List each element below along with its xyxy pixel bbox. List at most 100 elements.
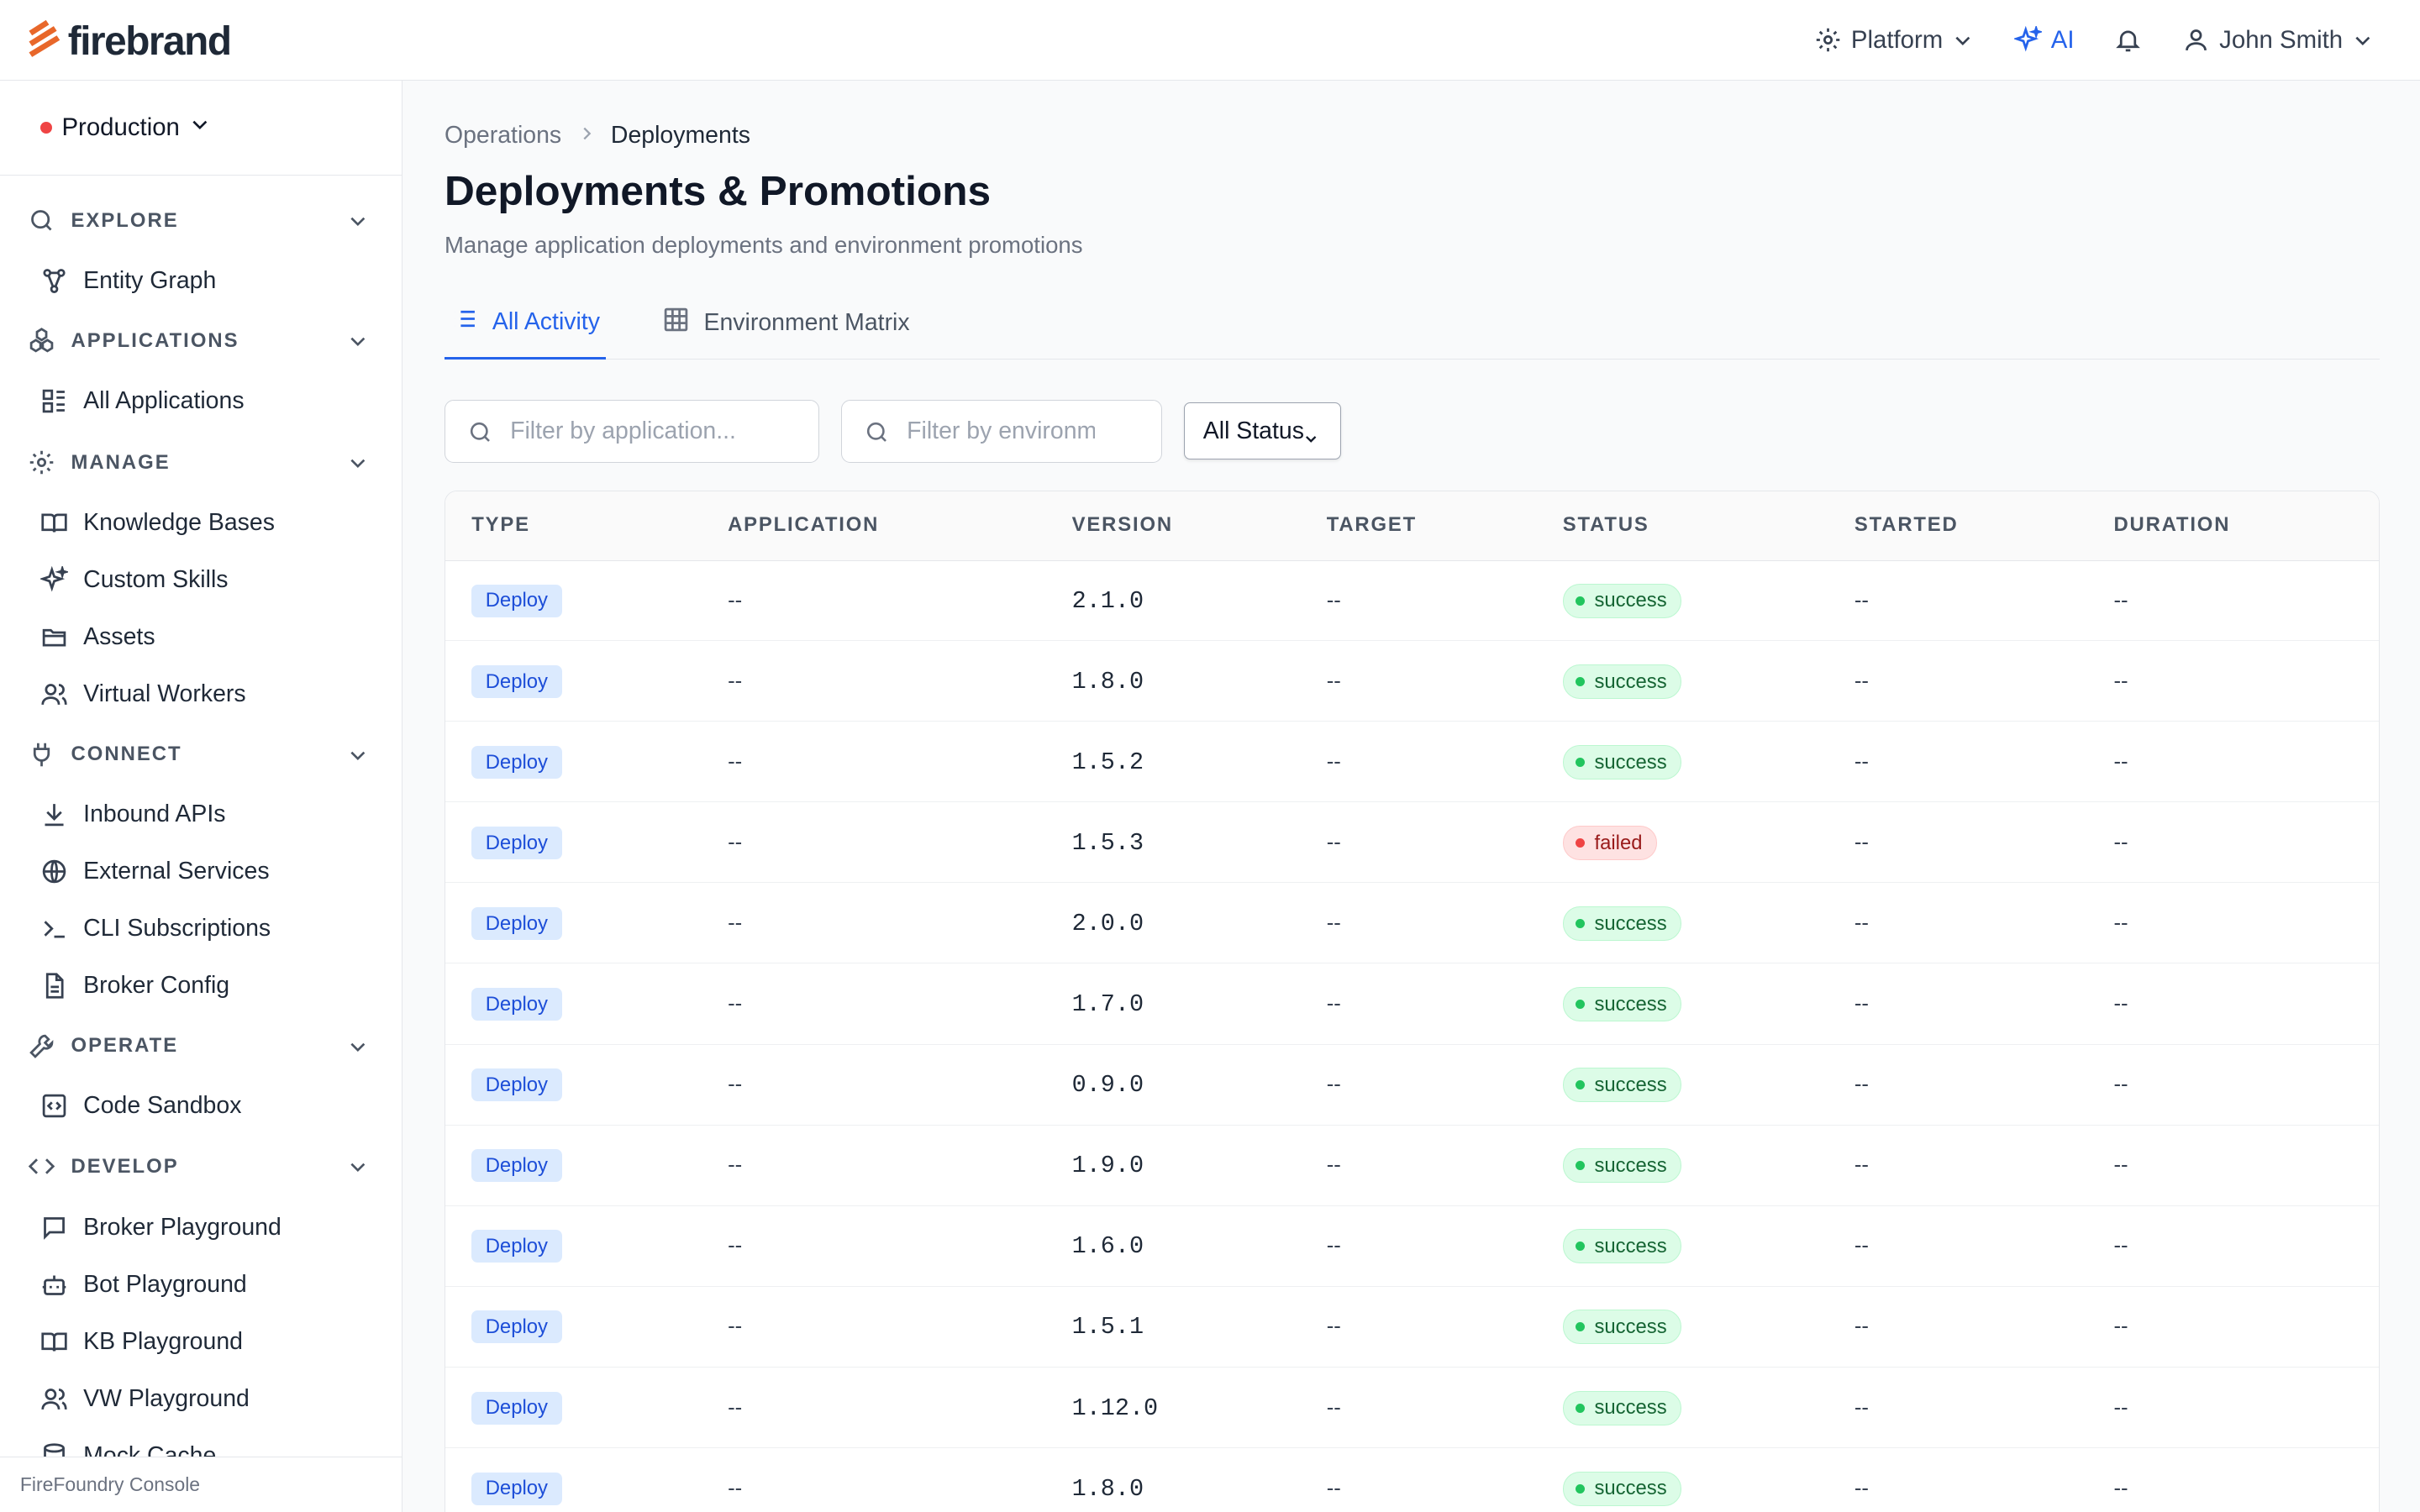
started-value: --	[1854, 831, 1869, 855]
table-row[interactable]: Deploy -- 1.8.0 -- success -- --	[445, 642, 2380, 722]
sidebar-item-cli-subscriptions[interactable]: CLI Subscriptions	[0, 906, 402, 952]
target-value: --	[1326, 669, 1341, 694]
column-header-type[interactable]: TYPE	[471, 513, 530, 537]
type-badge: Deploy	[471, 746, 562, 780]
status-filter-select[interactable]: All Status	[1183, 402, 1342, 460]
type-badge: Deploy	[471, 1391, 562, 1425]
environment-filter-input[interactable]	[907, 412, 1096, 450]
sidebar-item-all-applications[interactable]: All Applications	[0, 378, 402, 424]
cell-started: --	[1854, 964, 1869, 1045]
sidebar-item-vw-playground[interactable]: VW Playground	[0, 1376, 402, 1422]
table-row[interactable]: Deploy -- 1.7.0 -- success -- --	[445, 964, 2380, 1045]
top-bar: firebrand Platform AI John Smith	[0, 0, 2420, 81]
cell-started: --	[1854, 1206, 1869, 1287]
cell-type: Deploy	[471, 884, 562, 964]
sidebar-item-virtual-workers[interactable]: Virtual Workers	[0, 671, 402, 717]
sidebar-item-label: KB Playground	[83, 1328, 243, 1356]
status-dot	[1576, 919, 1586, 929]
cell-started: --	[1854, 642, 1869, 722]
table-row[interactable]: Deploy -- 2.1.0 -- success -- --	[445, 561, 2380, 642]
table-row[interactable]: Deploy -- 1.12.0 -- success -- --	[445, 1368, 2380, 1448]
environment-filter[interactable]	[841, 399, 1163, 463]
cell-application: --	[728, 1045, 742, 1126]
nav-group-label: APPLICATIONS	[71, 328, 239, 352]
sidebar-item-broker-config[interactable]: Broker Config	[0, 963, 402, 1009]
cell-status: success	[1562, 1126, 1682, 1206]
status-badge: success	[1562, 1471, 1682, 1506]
status-badge: success	[1562, 906, 1682, 942]
cell-duration: --	[2113, 1368, 2128, 1448]
notifications-button[interactable]	[2114, 26, 2142, 54]
breadcrumb: Operations Deployments	[445, 122, 750, 150]
nav-group-applications[interactable]: APPLICATIONS	[0, 318, 402, 364]
sidebar-item-code-sandbox[interactable]: Code Sandbox	[0, 1083, 402, 1129]
nav-group-operate[interactable]: OPERATE	[0, 1023, 402, 1069]
sidebar-item-broker-playground[interactable]: Broker Playground	[0, 1205, 402, 1251]
status-label: success	[1594, 589, 1667, 612]
sidebar-item-custom-skills[interactable]: Custom Skills	[0, 557, 402, 603]
sidebar-item-kb-playground[interactable]: KB Playground	[0, 1319, 402, 1365]
ai-button[interactable]: AI	[2013, 26, 2075, 55]
started-value: --	[1854, 992, 1869, 1016]
nav-group-develop[interactable]: DEVELOP	[0, 1143, 402, 1189]
table-row[interactable]: Deploy -- 1.5.3 -- failed -- --	[445, 803, 2380, 884]
column-header-duration[interactable]: DURATION	[2113, 513, 2230, 537]
nav-group-connect[interactable]: CONNECT	[0, 732, 402, 778]
table-row[interactable]: Deploy -- 1.5.2 -- success -- --	[445, 722, 2380, 803]
nav-group-explore[interactable]: EXPLORE	[0, 197, 402, 244]
sidebar-item-label: Broker Config	[83, 972, 230, 1000]
column-header-application[interactable]: APPLICATION	[728, 513, 879, 537]
sidebar-item-inbound-apis[interactable]: Inbound APIs	[0, 791, 402, 837]
duration-value: --	[2113, 831, 2128, 855]
environment-status-dot	[39, 121, 53, 134]
column-header-target[interactable]: TARGET	[1327, 513, 1417, 537]
table-row[interactable]: Deploy -- 1.9.0 -- success -- --	[445, 1126, 2380, 1206]
application-filter[interactable]	[444, 399, 820, 463]
duration-value: --	[2113, 1073, 2128, 1097]
cell-status: success	[1562, 1368, 1682, 1448]
table-row[interactable]: Deploy -- 1.6.0 -- success -- --	[445, 1206, 2380, 1287]
terminal-icon	[40, 915, 68, 949]
duration-value: --	[2113, 911, 2128, 936]
application-value: --	[728, 750, 743, 774]
cell-target: --	[1327, 964, 1341, 1045]
application-filter-input[interactable]	[510, 412, 804, 450]
cell-application: --	[728, 1368, 742, 1448]
table-row[interactable]: Deploy -- 1.8.0 -- success -- --	[445, 1448, 2379, 1512]
cell-type: Deploy	[471, 722, 562, 803]
brand-logo[interactable]: firebrand	[24, 18, 232, 66]
table-row[interactable]: Deploy -- 1.5.1 -- success -- --	[445, 1287, 2380, 1368]
status-dot	[1576, 596, 1586, 606]
chevron-down-icon	[347, 452, 369, 480]
status-dot	[1576, 677, 1586, 687]
user-name: John Smith	[2219, 25, 2344, 54]
environment-selector[interactable]: Production	[0, 81, 402, 176]
sidebar-item-external-services[interactable]: External Services	[0, 848, 402, 895]
tab-environment-matrix[interactable]: Environment Matrix	[656, 287, 916, 360]
sidebar-item-knowledge-bases[interactable]: Knowledge Bases	[0, 500, 402, 546]
table-row[interactable]: Deploy -- 0.9.0 -- success -- --	[445, 1045, 2380, 1126]
tab-label: All Activity	[492, 307, 600, 335]
platform-menu[interactable]: Platform	[1814, 26, 1974, 55]
column-header-version[interactable]: VERSION	[1072, 513, 1173, 537]
column-header-started[interactable]: STARTED	[1854, 513, 1959, 537]
cell-target: --	[1327, 642, 1341, 722]
breadcrumb-link-operations[interactable]: Operations	[445, 122, 561, 150]
cell-application: --	[728, 803, 742, 884]
nav-group-manage[interactable]: MANAGE	[0, 439, 402, 486]
cell-started: --	[1854, 1126, 1869, 1206]
column-header-status[interactable]: STATUS	[1563, 513, 1649, 537]
cell-duration: --	[2113, 1287, 2128, 1368]
sidebar-item-entity-graph[interactable]: Entity Graph	[0, 258, 402, 304]
cell-duration: --	[2113, 884, 2128, 964]
cell-duration: --	[2113, 561, 2128, 642]
sidebar-item-label: Code Sandbox	[83, 1092, 242, 1120]
duration-value: --	[2113, 1476, 2128, 1500]
search-icon	[864, 419, 890, 452]
user-menu[interactable]: John Smith	[2182, 26, 2374, 55]
tab-all-activity[interactable]: All Activity	[444, 287, 607, 360]
sidebar-item-assets[interactable]: Assets	[0, 614, 402, 660]
sidebar-item-mock-cache[interactable]: Mock Cache	[0, 1433, 402, 1458]
table-row[interactable]: Deploy -- 2.0.0 -- success -- --	[445, 884, 2380, 964]
sidebar-item-bot-playground[interactable]: Bot Playground	[0, 1262, 402, 1308]
